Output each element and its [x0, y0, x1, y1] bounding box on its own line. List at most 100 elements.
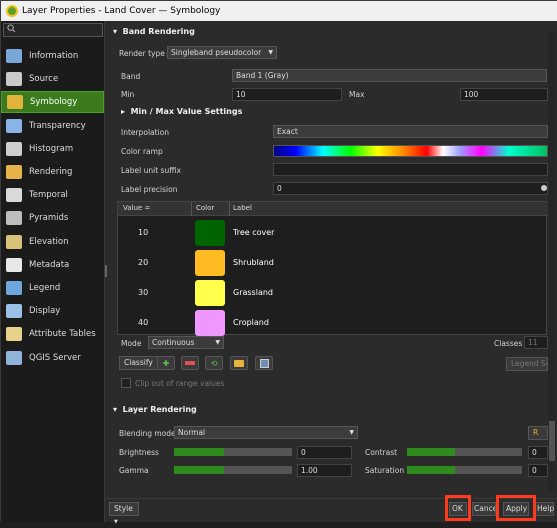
- reset-button[interactable]: R: [528, 426, 548, 440]
- sidebar-item-pyramids[interactable]: Pyramids: [1, 207, 104, 229]
- sidebar-item-label: Pyramids: [29, 213, 69, 224]
- class-color-swatch[interactable]: [195, 220, 225, 246]
- column-divider: [229, 202, 230, 216]
- window-title: Layer Properties - Land Cover — Symbolog…: [22, 6, 221, 16]
- splitter-handle[interactable]: [105, 265, 107, 277]
- save-icon: [259, 358, 269, 368]
- sidebar-item-label: Legend: [29, 283, 61, 293]
- help-button[interactable]: Help: [534, 502, 554, 516]
- contrast-slider-fill: [407, 448, 455, 456]
- band-rendering-header[interactable]: ▾ Band Rendering: [113, 27, 195, 36]
- sidebar-item-attribute-tables[interactable]: Attribute Tables: [1, 323, 104, 345]
- vertical-scrollbar[interactable]: [548, 31, 556, 491]
- sidebar-item-symbology[interactable]: Symbology: [1, 91, 104, 114]
- render-type-select[interactable]: Singleband pseudocolor ▼: [167, 46, 277, 59]
- classify-button[interactable]: Classify: [119, 356, 158, 370]
- transparency-icon: [6, 118, 22, 133]
- search-input[interactable]: [3, 23, 103, 37]
- precision-input[interactable]: 0: [273, 182, 548, 195]
- class-value[interactable]: 40: [138, 318, 148, 327]
- sidebar-item-histogram[interactable]: Histogram: [1, 138, 104, 160]
- sidebar-item-legend[interactable]: Legend: [1, 277, 104, 299]
- class-label[interactable]: Shrubland: [233, 258, 274, 267]
- table-row[interactable]: 10 Tree cover: [118, 218, 548, 248]
- saturation-spinbox[interactable]: 0: [528, 464, 548, 477]
- max-input[interactable]: 100: [460, 88, 548, 101]
- layer-rendering-header[interactable]: ▾ Layer Rendering: [113, 405, 197, 414]
- minmax-settings-header[interactable]: ▸ Min / Max Value Settings: [121, 107, 242, 116]
- sidebar-item-elevation[interactable]: Elevation: [1, 231, 104, 253]
- style-menu-button[interactable]: Style ▼: [109, 502, 139, 525]
- gamma-spinbox[interactable]: 1.00: [297, 464, 352, 477]
- search-icon: [7, 24, 16, 33]
- precision-slider-handle[interactable]: [541, 185, 547, 191]
- cancel-button[interactable]: Cancel: [472, 502, 496, 516]
- table-row[interactable]: 20 Shrubland: [118, 248, 548, 278]
- contrast-slider[interactable]: [407, 448, 522, 456]
- gamma-slider[interactable]: [174, 466, 292, 474]
- mode-select[interactable]: Continuous ▼: [148, 336, 224, 349]
- contrast-label: Contrast: [365, 448, 398, 457]
- legend-icon: [6, 281, 22, 295]
- class-label[interactable]: Tree cover: [233, 228, 274, 237]
- source-icon: [6, 72, 22, 87]
- sidebar-item-rendering[interactable]: Rendering: [1, 161, 104, 183]
- unit-suffix-input[interactable]: [273, 163, 548, 176]
- sidebar-item-temporal[interactable]: Temporal: [1, 184, 104, 206]
- min-input[interactable]: 10: [232, 88, 342, 101]
- sidebar-item-qgis-server[interactable]: QGIS Server: [1, 347, 104, 369]
- label-column-header[interactable]: Label: [233, 204, 252, 212]
- brightness-spinbox[interactable]: 0: [297, 446, 352, 459]
- unit-suffix-label: Label unit suffix: [121, 166, 181, 175]
- brightness-label: Brightness: [119, 448, 159, 457]
- color-column-header[interactable]: Color: [196, 204, 214, 212]
- blending-mode-select[interactable]: Normal ▼: [174, 426, 358, 439]
- table-row[interactable]: 40 Cropland: [118, 308, 548, 338]
- column-divider: [191, 202, 192, 216]
- sidebar-item-label: Symbology: [30, 97, 78, 108]
- clip-checkbox[interactable]: [121, 378, 131, 388]
- class-color-swatch[interactable]: [195, 250, 225, 276]
- interpolation-select[interactable]: Exact: [273, 125, 548, 138]
- load-color-map-button[interactable]: [230, 356, 248, 370]
- sidebar-item-label: Attribute Tables: [29, 329, 96, 340]
- export-color-map-button[interactable]: [255, 356, 273, 370]
- sidebar-item-source[interactable]: Source: [1, 68, 104, 90]
- sidebar-item-metadata[interactable]: Metadata: [1, 254, 104, 276]
- render-type-label: Render type: [119, 49, 165, 58]
- scrollbar-thumb[interactable]: [549, 421, 555, 461]
- add-class-button[interactable]: ✚: [157, 356, 175, 370]
- sidebar-item-label: Transparency: [29, 120, 86, 131]
- elevation-icon: [6, 234, 22, 249]
- interpolation-value: Exact: [277, 127, 298, 136]
- remove-class-button[interactable]: [181, 356, 199, 370]
- sidebar-item-display[interactable]: Display: [1, 300, 104, 322]
- sidebar-item-transparency[interactable]: Transparency: [1, 115, 104, 137]
- blending-mode-label: Blending mode: [119, 429, 176, 438]
- contrast-spinbox[interactable]: 0: [528, 446, 548, 459]
- legend-settings-button[interactable]: Legend Settings: [506, 357, 548, 371]
- qgis-server-icon: [6, 350, 22, 365]
- value-column-header[interactable]: Value =: [123, 204, 150, 212]
- sidebar-item-label: Rendering: [29, 167, 73, 177]
- class-label[interactable]: Cropland: [233, 318, 269, 327]
- class-value[interactable]: 10: [138, 228, 148, 237]
- classes-spinbox[interactable]: 11: [524, 336, 548, 349]
- class-color-swatch[interactable]: [195, 280, 225, 306]
- color-ramp-button[interactable]: [273, 145, 548, 157]
- folder-icon: [234, 359, 244, 367]
- metadata-icon: [6, 257, 22, 272]
- brightness-slider-fill: [174, 448, 224, 456]
- reverse-order-button[interactable]: ⟲: [205, 356, 223, 370]
- class-label[interactable]: Grassland: [233, 288, 273, 297]
- saturation-slider[interactable]: [407, 466, 522, 474]
- class-color-swatch[interactable]: [195, 310, 225, 336]
- class-value[interactable]: 30: [138, 288, 148, 297]
- band-select[interactable]: Band 1 (Gray): [232, 69, 547, 82]
- saturation-slider-fill: [407, 466, 455, 474]
- class-value[interactable]: 20: [138, 258, 148, 267]
- sidebar-item-information[interactable]: Information: [1, 45, 104, 67]
- brightness-slider[interactable]: [174, 448, 292, 456]
- band-value: Band 1 (Gray): [236, 71, 289, 80]
- table-row[interactable]: 30 Grassland: [118, 278, 548, 308]
